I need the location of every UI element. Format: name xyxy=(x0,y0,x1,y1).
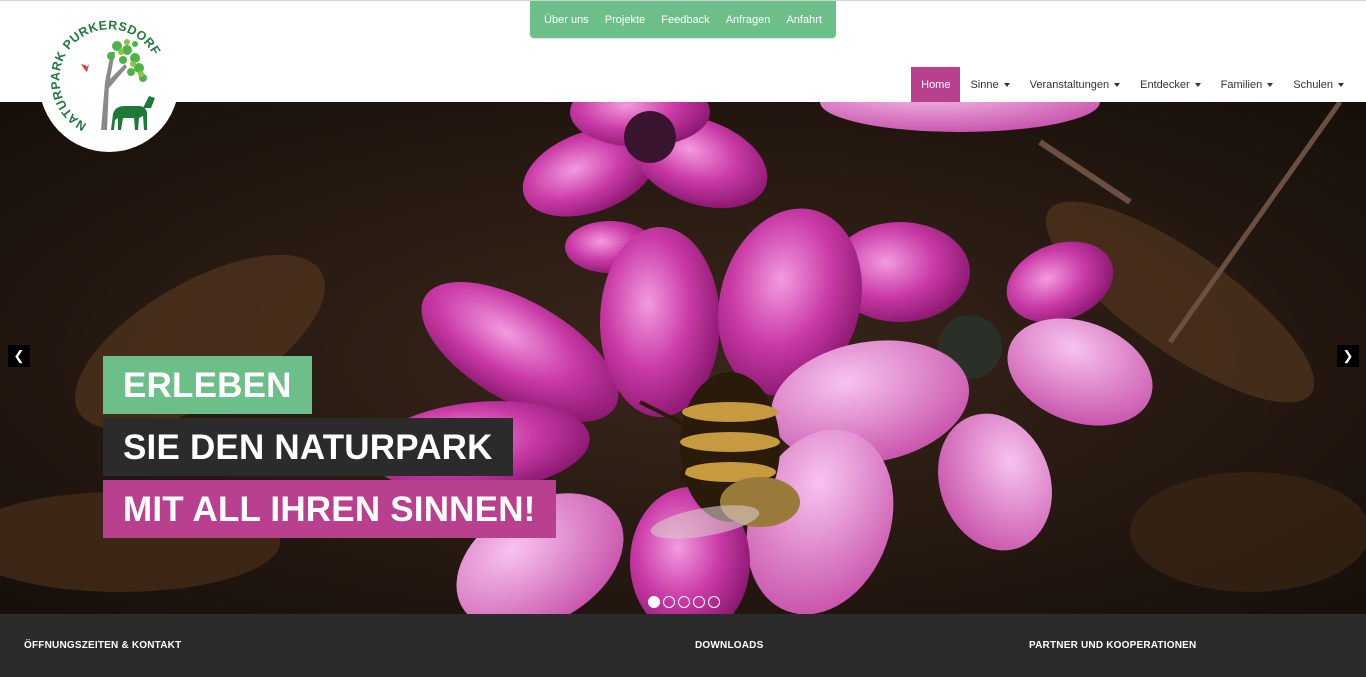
caret-down-icon xyxy=(1267,82,1274,87)
nav-item-label: Schulen xyxy=(1293,78,1333,91)
site-header: Über uns Projekte Feedback Anfragen Anfa… xyxy=(0,0,1366,102)
footer-heading-downloads: DOWNLOADS xyxy=(695,640,764,651)
site-footer: ÖFFNUNGSZEITEN & KONTAKT DOWNLOADS PARTN… xyxy=(0,614,1366,677)
caret-down-icon xyxy=(1114,82,1121,87)
site-logo[interactable]: NATURPARK PURKERSDORF xyxy=(39,12,179,152)
hero-caption-line1: ERLEBEN xyxy=(103,356,312,414)
topnav-projekte[interactable]: Projekte xyxy=(605,14,645,26)
topnav-ueber-uns[interactable]: Über uns xyxy=(544,14,589,26)
nav-item-familien[interactable]: Familien xyxy=(1211,67,1284,102)
slider-indicators xyxy=(648,596,720,608)
hero-caption-line3: MIT ALL IHREN SINNEN! xyxy=(103,480,556,538)
chevron-left-icon: ❮ xyxy=(13,348,25,363)
caret-down-icon xyxy=(1338,82,1344,87)
nav-item-label: Veranstaltungen xyxy=(1029,78,1110,91)
topnav-feedback[interactable]: Feedback xyxy=(661,14,709,26)
slider-dot-4[interactable] xyxy=(693,596,705,608)
main-navigation: Home Sinne Veranstaltungen Entdecker Fam… xyxy=(911,67,1354,102)
nav-item-schulen[interactable]: Schulen xyxy=(1283,67,1354,102)
caret-down-icon xyxy=(1003,82,1010,87)
chevron-right-icon: ❯ xyxy=(1342,348,1354,363)
nav-item-label: Home xyxy=(921,78,951,91)
nav-item-label: Sinne xyxy=(970,78,999,91)
nav-item-label: Familien xyxy=(1220,78,1263,91)
top-navigation: Über uns Projekte Feedback Anfragen Anfa… xyxy=(530,1,836,38)
hero-caption-line2: SIE DEN NATURPARK xyxy=(103,418,513,476)
page: Über uns Projekte Feedback Anfragen Anfa… xyxy=(0,0,1366,677)
logo-graphic: NATURPARK PURKERSDORF xyxy=(48,18,163,133)
slider-dot-3[interactable] xyxy=(678,596,690,608)
hero-slider: ERLEBEN SIE DEN NATURPARK MIT ALL IHREN … xyxy=(0,102,1366,614)
nav-item-entdecker[interactable]: Entdecker xyxy=(1130,67,1211,102)
caption-text: MIT ALL IHREN SINNEN! xyxy=(123,489,536,529)
nav-item-veranstaltungen[interactable]: Veranstaltungen xyxy=(1020,67,1131,102)
caption-text: ERLEBEN xyxy=(123,365,292,405)
topnav-anfragen[interactable]: Anfragen xyxy=(726,14,771,26)
caption-text: SIE DEN NATURPARK xyxy=(123,427,493,467)
topnav-anfahrt[interactable]: Anfahrt xyxy=(786,14,821,26)
footer-heading-partners: PARTNER UND KOOPERATIONEN xyxy=(1029,640,1197,651)
slider-dot-2[interactable] xyxy=(663,596,675,608)
slider-prev-button[interactable]: ❮ xyxy=(8,345,30,367)
nav-item-home[interactable]: Home xyxy=(911,67,961,102)
caret-down-icon xyxy=(1194,82,1201,87)
nav-item-sinne[interactable]: Sinne xyxy=(960,67,1019,102)
slider-dot-5[interactable] xyxy=(708,596,720,608)
slider-next-button[interactable]: ❯ xyxy=(1337,345,1359,367)
slider-dot-1[interactable] xyxy=(648,596,660,608)
footer-heading-contact: ÖFFNUNGSZEITEN & KONTAKT xyxy=(24,640,182,651)
nav-item-label: Entdecker xyxy=(1140,78,1190,91)
